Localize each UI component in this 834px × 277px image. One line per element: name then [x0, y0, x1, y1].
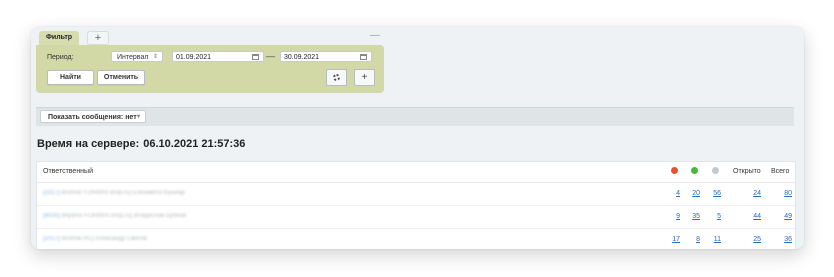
- count-gray-link[interactable]: 5: [703, 213, 721, 220]
- responsible-name[interactable]: [8020] Bilyarov FORMmr.shop.ru] Владисла…: [43, 213, 186, 219]
- count-total-link[interactable]: 36: [774, 236, 792, 243]
- count-red-link[interactable]: 9: [662, 213, 680, 220]
- column-header-open: Открыто: [733, 168, 761, 175]
- gear-icon: [333, 73, 340, 81]
- responsible-table: Ответственный Открыто Всего [1017] Bruhn…: [36, 161, 796, 249]
- count-red-link[interactable]: 4: [662, 190, 680, 197]
- count-green-link[interactable]: 35: [682, 213, 700, 220]
- responsible-name-text: Bruhnik RC] Александр Святов: [61, 236, 147, 242]
- column-header-responsible: Ответственный: [43, 168, 93, 175]
- responsible-id: [8020]: [43, 213, 60, 219]
- table-header: Ответственный Открыто Всего: [37, 162, 795, 183]
- responsible-id: [1017]: [43, 190, 60, 196]
- count-open-link[interactable]: 25: [743, 236, 761, 243]
- filter-panel: Период: Интервал ⇕ 01.09.2021 — 30.09.20…: [36, 45, 384, 93]
- period-label: Период:: [47, 54, 74, 61]
- table-row: [8020] Bilyarov FORMmr.shop.ru] Владисла…: [37, 206, 795, 229]
- add-filter-button[interactable]: +: [354, 69, 375, 86]
- calendar-icon[interactable]: [360, 54, 367, 60]
- count-green-link[interactable]: 20: [682, 190, 700, 197]
- count-gray-link[interactable]: 11: [703, 236, 721, 243]
- status-red-icon: [671, 167, 678, 174]
- table-row: [1017] Bruhnik FORMmr.shop.ru] Елизавета…: [37, 183, 795, 206]
- count-green-link[interactable]: 8: [682, 236, 700, 243]
- server-time-label: Время на сервере:: [37, 138, 140, 150]
- count-total-link[interactable]: 80: [774, 190, 792, 197]
- date-to-input[interactable]: 30.09.2021: [280, 51, 372, 62]
- collapse-filter-button[interactable]: —: [370, 30, 380, 41]
- calendar-icon[interactable]: [252, 54, 259, 60]
- count-red-link[interactable]: 17: [662, 236, 680, 243]
- server-time: Время на сервере: 06.10.2021 21:57:36: [37, 138, 245, 150]
- responsible-id: [1017]: [43, 236, 60, 242]
- status-green-icon: [691, 167, 698, 174]
- date-to-value: 30.09.2021: [284, 54, 320, 61]
- chevron-down-icon: ▾: [136, 114, 140, 120]
- tab-filter[interactable]: Фильтр: [39, 31, 79, 45]
- count-open-link[interactable]: 44: [743, 213, 761, 220]
- status-gray-icon: [712, 167, 719, 174]
- responsible-name[interactable]: [1017] Bruhnik FORMmr.shop.ru] Елизавета…: [43, 190, 185, 196]
- period-type-select[interactable]: Интервал ⇕: [111, 51, 163, 62]
- server-time-value: 06.10.2021 21:57:36: [143, 138, 246, 150]
- responsible-name-text: Bruhnik FORMmr.shop.ru] Елизавета Кушнар: [61, 190, 185, 196]
- count-gray-link[interactable]: 56: [703, 190, 721, 197]
- date-separator: —: [266, 51, 275, 61]
- add-tab-button[interactable]: +: [87, 31, 109, 45]
- period-type-value: Интервал: [117, 54, 149, 61]
- count-open-link[interactable]: 24: [743, 190, 761, 197]
- date-from-input[interactable]: 01.09.2021: [172, 51, 264, 62]
- table-row: [1017] Bruhnik RC] Александр Святов 17 8…: [37, 229, 795, 249]
- count-total-link[interactable]: 49: [774, 213, 792, 220]
- show-messages-dropdown[interactable]: Показать сообщения: нет ▾: [40, 110, 146, 123]
- responsible-name[interactable]: [1017] Bruhnik RC] Александр Святов: [43, 236, 147, 242]
- column-header-total: Всего: [771, 168, 790, 175]
- app-window: Фильтр + — Период: Интервал ⇕ 01.09.2021…: [31, 27, 804, 249]
- cancel-button[interactable]: Отменить: [97, 70, 145, 85]
- responsible-name-text: Bilyarov FORMmr.shop.ru] Владислав Бубно…: [61, 213, 187, 219]
- settings-button[interactable]: [326, 69, 347, 86]
- show-messages-label: Показать сообщения: нет: [48, 114, 137, 121]
- select-arrows-icon: ⇕: [152, 54, 158, 60]
- date-from-value: 01.09.2021: [176, 54, 212, 61]
- plus-icon: +: [361, 72, 368, 83]
- find-button[interactable]: Найти: [47, 70, 94, 85]
- messages-bar: Показать сообщения: нет ▾: [36, 107, 794, 126]
